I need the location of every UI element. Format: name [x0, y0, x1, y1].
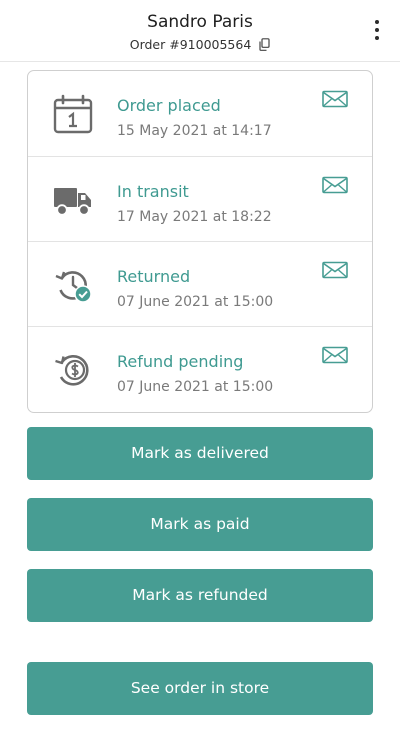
timeline-item-order-placed: Order placed 15 May 2021 at 14:17 — [28, 71, 372, 156]
mark-delivered-button[interactable]: Mark as delivered — [27, 427, 373, 480]
timeline-label: In transit — [117, 182, 189, 201]
timeline-item-refund-pending: Refund pending 07 June 2021 at 15:00 — [28, 326, 372, 411]
timeline-label: Returned — [117, 267, 191, 286]
order-number: Order #910005564 — [0, 37, 400, 54]
timeline-date: 17 May 2021 at 18:22 — [117, 209, 272, 225]
timeline-label: Order placed — [117, 96, 221, 115]
order-timeline-card: Order placed 15 May 2021 at 14:17 In tra… — [27, 70, 373, 413]
more-vertical-icon[interactable] — [372, 20, 382, 42]
timeline-date: 15 May 2021 at 14:17 — [117, 123, 272, 139]
copy-icon[interactable] — [259, 38, 270, 54]
mail-icon[interactable] — [322, 346, 348, 364]
calendar-icon — [52, 93, 94, 135]
header: Sandro Paris Order #910005564 — [0, 0, 400, 62]
mark-refunded-button[interactable]: Mark as refunded — [27, 569, 373, 622]
history-check-icon — [52, 264, 94, 306]
timeline-date: 07 June 2021 at 15:00 — [117, 294, 274, 310]
mail-icon[interactable] — [322, 90, 348, 108]
mail-icon[interactable] — [322, 176, 348, 194]
see-order-in-store-button[interactable]: See order in store — [27, 662, 373, 715]
truck-icon — [52, 179, 94, 221]
mark-paid-button[interactable]: Mark as paid — [27, 498, 373, 551]
timeline-date: 07 June 2021 at 15:00 — [117, 379, 274, 395]
mail-icon[interactable] — [322, 261, 348, 279]
timeline-item-in-transit: In transit 17 May 2021 at 18:22 — [28, 156, 372, 241]
order-number-text: Order #910005564 — [129, 37, 252, 52]
store-title: Sandro Paris — [147, 12, 253, 32]
timeline-label: Refund pending — [117, 352, 244, 371]
refund-dollar-icon — [52, 349, 94, 391]
timeline-item-returned: Returned 07 June 2021 at 15:00 — [28, 241, 372, 326]
